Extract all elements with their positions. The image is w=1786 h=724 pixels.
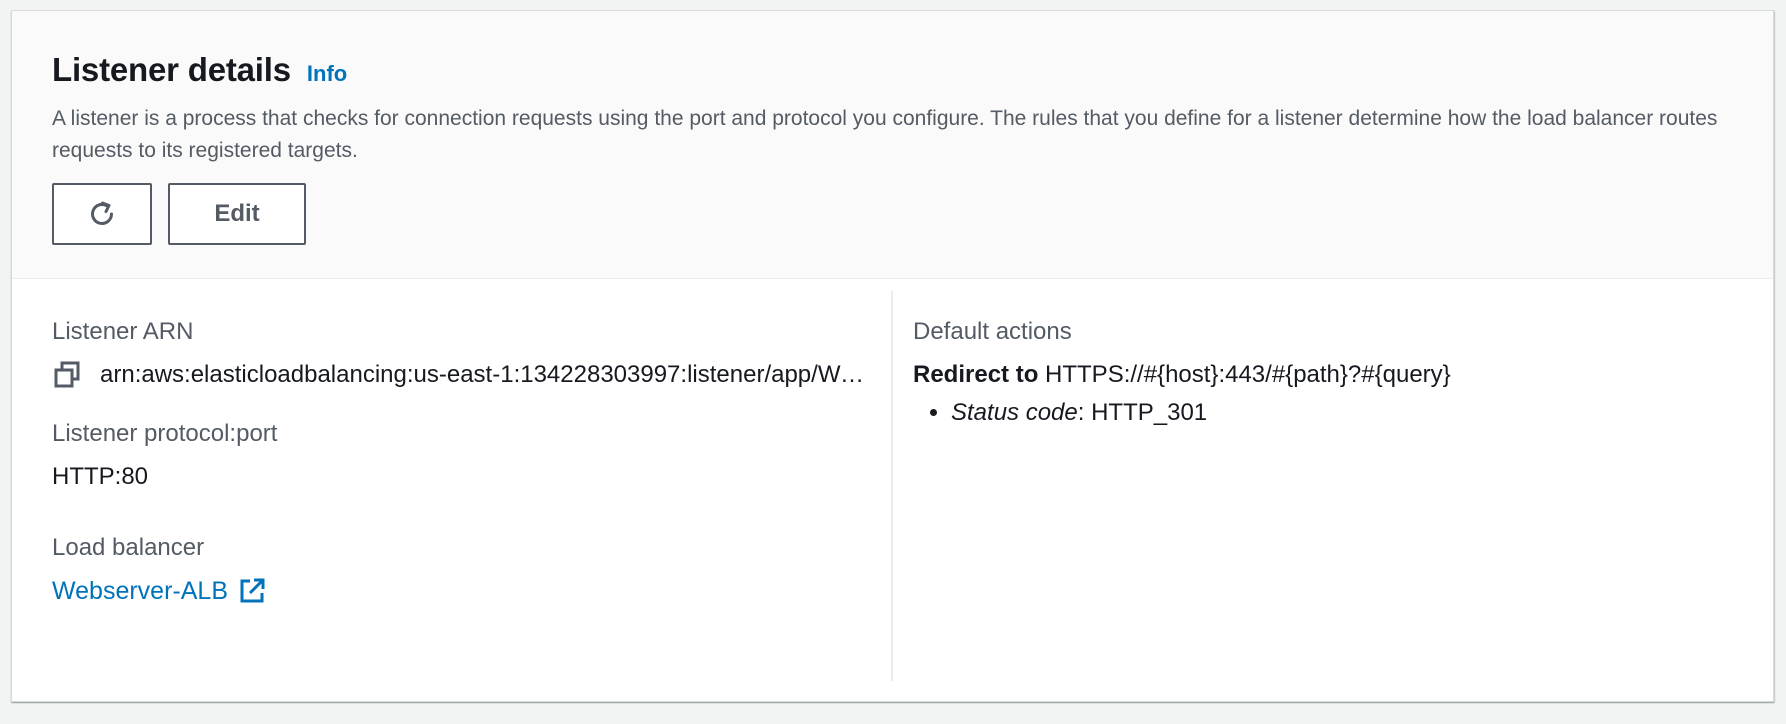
title-row: Listener details Info	[52, 51, 1733, 89]
redirect-details-list: Status code: HTTP_301	[913, 395, 1733, 431]
redirect-prefix: Redirect to	[913, 361, 1039, 388]
page-title: Listener details	[52, 51, 291, 88]
listener-protocol-value: HTTP:80	[52, 463, 149, 490]
default-actions-label: Default actions	[913, 318, 1072, 345]
details-right-column: Default actions Redirect to HTTPS://#{ho…	[893, 291, 1773, 681]
load-balancer-row: Webserver-ALB	[52, 575, 865, 608]
action-buttons: Edit	[52, 183, 1733, 245]
panel-body: Listener ARN arn:aws:elasticloadbalancin…	[12, 279, 1773, 681]
load-balancer-name: Webserver-ALB	[52, 577, 228, 605]
status-code-value: HTTP_301	[1091, 399, 1208, 426]
listener-arn-value: arn:aws:elasticloadbalancing:us-east-1:1…	[100, 361, 865, 388]
redirect-target: HTTPS://#{host}:443/#{path}?#{query}	[1045, 361, 1451, 388]
listener-protocol-label: Listener protocol:port	[52, 420, 278, 447]
external-link-icon	[240, 578, 265, 603]
redirect-action: Redirect to HTTPS://#{host}:443/#{path}?…	[913, 359, 1733, 391]
status-code-key: Status code	[951, 399, 1078, 426]
load-balancer-label: Load balancer	[52, 534, 205, 561]
refresh-button[interactable]	[52, 183, 152, 245]
listener-details-panel: Listener details Info A listener is a pr…	[11, 10, 1774, 702]
panel-header: Listener details Info A listener is a pr…	[12, 11, 1773, 279]
panel-description: A listener is a process that checks for …	[52, 107, 1718, 162]
edit-button[interactable]: Edit	[168, 183, 306, 245]
details-left-column: Listener ARN arn:aws:elasticloadbalancin…	[12, 291, 893, 681]
info-link[interactable]: Info	[307, 61, 347, 87]
copy-icon[interactable]	[52, 360, 82, 390]
status-code-item: Status code: HTTP_301	[951, 395, 1733, 431]
listener-arn-label: Listener ARN	[52, 318, 194, 345]
refresh-icon	[91, 201, 113, 225]
load-balancer-link[interactable]: Webserver-ALB	[52, 575, 266, 607]
listener-arn-row: arn:aws:elasticloadbalancing:us-east-1:1…	[52, 359, 865, 391]
